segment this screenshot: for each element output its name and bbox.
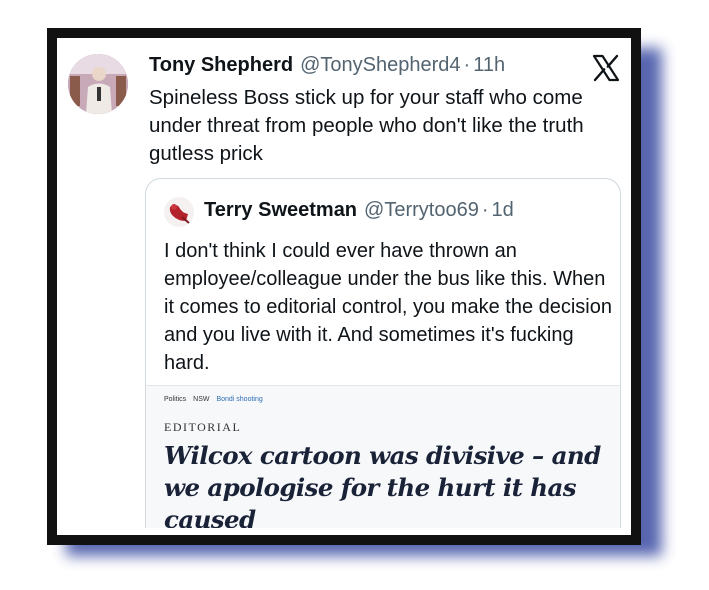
quoted-tweet[interactable]: Terry Sweetman @Terrytoo69 · 1d I don't … (145, 178, 621, 535)
author-avatar[interactable] (68, 54, 128, 114)
quoted-author-handle[interactable]: @Terrytoo69 (364, 199, 479, 222)
tweet-timestamp[interactable]: 11h (473, 54, 505, 77)
breadcrumb-topic-link[interactable]: Bondi shooting (216, 396, 262, 403)
quoted-tweet-timestamp[interactable]: 1d (492, 199, 514, 222)
avatar-photo-icon (68, 54, 128, 114)
frame-bottom-strip (57, 528, 631, 535)
article-breadcrumb: Politics NSW Bondi shooting (164, 396, 263, 403)
author-handle[interactable]: @TonyShepherd4 (300, 54, 460, 77)
separator-dot: · (463, 54, 471, 76)
quoted-author-name[interactable]: Terry Sweetman (204, 199, 357, 222)
article-kicker: EDITORIAL (164, 420, 242, 434)
quoted-avatar-photo-icon (164, 197, 194, 227)
article-headline[interactable]: Wilcox cartoon was divisive – and we apo… (164, 440, 614, 535)
quoted-tweet-text: I don't think I could ever have thrown a… (164, 240, 612, 374)
quoted-tweet-header: Terry Sweetman @Terrytoo69 · 1d (204, 199, 514, 222)
author-name[interactable]: Tony Shepherd (149, 54, 293, 77)
article-card[interactable]: Politics NSW Bondi shooting EDITORIAL Wi… (146, 385, 620, 535)
tweet-header: Tony Shepherd @TonyShepherd4 · 11h (149, 54, 505, 80)
screenshot-frame: Tony Shepherd @TonyShepherd4 · 11h Spine… (47, 28, 641, 545)
quoted-author-avatar[interactable] (164, 197, 194, 227)
separator-dot: · (481, 199, 489, 221)
tweet-text: Spineless Boss stick up for your staff w… (149, 86, 584, 165)
x-logo-icon (592, 54, 620, 82)
breadcrumb-item[interactable]: Politics (164, 396, 186, 403)
breadcrumb-item[interactable]: NSW (193, 396, 209, 403)
